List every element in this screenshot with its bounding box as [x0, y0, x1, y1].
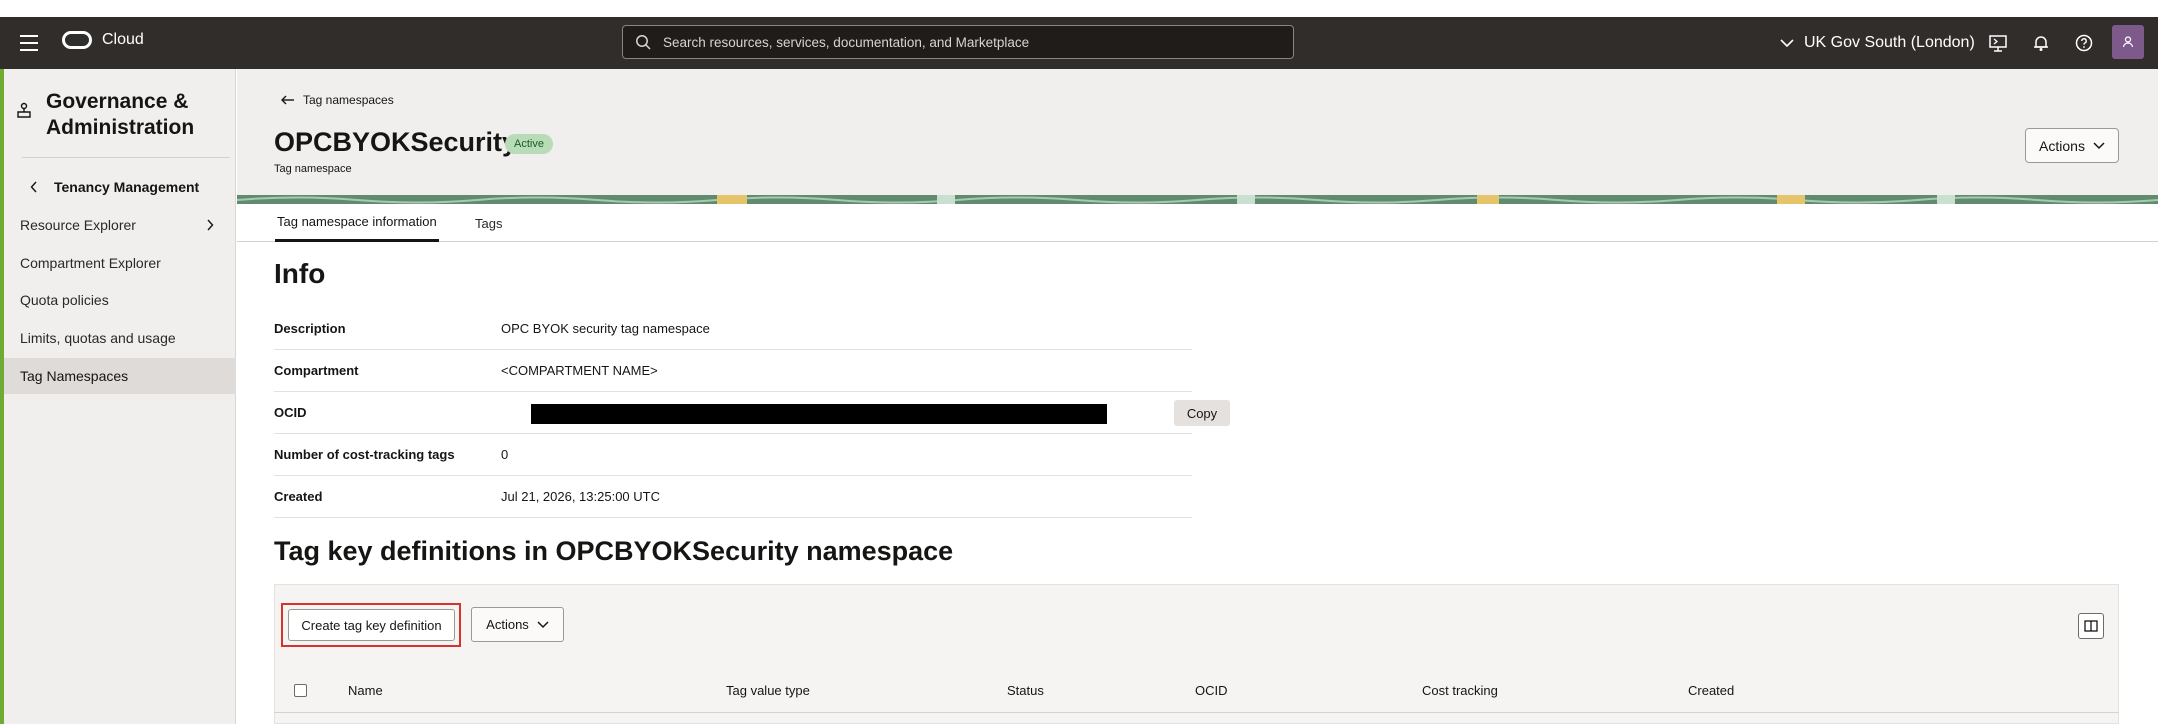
arrow-left-icon	[281, 95, 294, 105]
tab-tag-namespace-information[interactable]: Tag namespace information	[275, 204, 439, 242]
ocid-redacted-value	[531, 404, 1107, 424]
chevron-down-icon	[537, 620, 549, 628]
sidebar-item-label: Compartment Explorer	[20, 255, 161, 271]
sidebar-item-tag-namespaces[interactable]: Tag Namespaces	[4, 358, 236, 394]
page-subtitle: Tag namespace	[274, 163, 352, 175]
page-title: OPCBYOKSecurity	[274, 127, 518, 157]
search-input[interactable]: Search resources, services, documentatio…	[622, 25, 1294, 59]
hamburger-menu-icon[interactable]	[20, 35, 38, 51]
info-value: <COMPARTMENT NAME>	[501, 363, 658, 378]
info-row-compartment: Compartment <COMPARTMENT NAME>	[274, 350, 1192, 392]
sidebar-item-compartment-explorer[interactable]: Compartment Explorer	[4, 245, 236, 281]
chevron-down-icon	[1780, 38, 1794, 47]
search-icon	[636, 35, 651, 50]
tab-label: Tags	[475, 215, 503, 231]
info-label: OCID	[274, 405, 307, 420]
top-header: Cloud Search resources, services, docume…	[0, 17, 2158, 69]
sidebar-item-resource-explorer[interactable]: Resource Explorer	[4, 207, 236, 243]
info-label: Number of cost-tracking tags	[274, 447, 455, 462]
sidebar-title: Governance & Administration	[46, 90, 195, 139]
sidebar-back-tenancy-management[interactable]: Tenancy Management	[30, 179, 199, 195]
info-row-ocid: OCID Copy	[274, 392, 1230, 434]
top-strip	[0, 0, 2172, 17]
info-label: Compartment	[274, 363, 359, 378]
copy-label: Copy	[1186, 405, 1218, 421]
chevron-down-icon	[2093, 141, 2105, 149]
column-header-status[interactable]: Status	[1007, 683, 1044, 698]
back-to-tag-namespaces-link[interactable]: Tag namespaces	[281, 93, 394, 107]
column-header-name[interactable]: Name	[348, 683, 383, 698]
help-icon[interactable]	[2074, 33, 2094, 53]
tag-keys-actions-label: Actions	[486, 617, 529, 632]
sidebar-back-label: Tenancy Management	[54, 179, 200, 195]
chevron-right-icon	[207, 219, 214, 231]
column-settings-button[interactable]	[2078, 613, 2104, 639]
info-value: Jul 21, 2026, 13:25:00 UTC	[501, 489, 660, 504]
main-content: Tag namespaces OPCBYOKSecurity Active Ta…	[237, 69, 2158, 724]
user-avatar[interactable]	[2112, 25, 2144, 59]
decorative-banner	[237, 195, 2158, 204]
info-heading: Info	[274, 258, 326, 289]
info-row-description: Description OPC BYOK security tag namesp…	[274, 308, 1192, 350]
select-all-checkbox[interactable]	[294, 684, 307, 697]
tag-keys-heading: Tag key definitions in OPCBYOKSecurity n…	[274, 536, 954, 566]
tab-bar: Tag namespace information Tags	[237, 204, 2158, 242]
governance-icon	[17, 102, 31, 118]
info-row-created: Created Jul 21, 2026, 13:25:00 UTC	[274, 476, 1192, 518]
sidebar-item-limits-quotas-usage[interactable]: Limits, quotas and usage	[4, 320, 236, 356]
page-actions-label: Actions	[2039, 137, 2085, 154]
copy-ocid-button[interactable]: Copy	[1174, 400, 1230, 426]
region-selector[interactable]: UK Gov South (London)	[1780, 34, 1975, 52]
page-actions-button[interactable]: Actions	[2025, 128, 2119, 163]
column-header-created[interactable]: Created	[1688, 683, 1734, 698]
info-value: OPC BYOK security tag namespace	[501, 321, 710, 336]
user-icon	[2122, 36, 2134, 48]
info-value: 0	[501, 447, 509, 462]
status-badge: Active	[505, 134, 553, 154]
column-header-ocid[interactable]: OCID	[1195, 683, 1228, 698]
cloud-shell-icon[interactable]	[1988, 33, 2008, 53]
sidebar-header: Governance & Administration	[16, 89, 206, 141]
page-header: Tag namespaces OPCBYOKSecurity Active Ta…	[237, 69, 2158, 195]
sidebar-item-label: Tag Namespaces	[20, 368, 129, 384]
tab-tags[interactable]: Tags	[475, 204, 502, 242]
sidebar: Governance & Administration Tenancy Mana…	[4, 69, 236, 724]
sidebar-item-label: Resource Explorer	[20, 217, 136, 233]
info-row-cost-tracking: Number of cost-tracking tags 0	[274, 434, 1192, 476]
column-header-tag-value-type[interactable]: Tag value type	[726, 683, 810, 698]
sidebar-item-label: Limits, quotas and usage	[20, 330, 176, 346]
oracle-logo-icon	[62, 31, 92, 49]
search-placeholder: Search resources, services, documentatio…	[663, 34, 1030, 50]
chevron-left-icon	[30, 181, 37, 193]
info-label: Created	[274, 489, 323, 504]
oracle-logo[interactable]: Cloud	[62, 31, 144, 49]
sidebar-item-quota-policies[interactable]: Quota policies	[4, 282, 236, 318]
columns-icon	[2084, 620, 2098, 632]
brand-label: Cloud	[102, 31, 144, 48]
tag-keys-actions-button[interactable]: Actions	[471, 607, 564, 642]
tag-keys-table-header: Name Tag value type Status OCID Cost tra…	[274, 669, 2119, 713]
tab-label: Tag namespace information	[277, 214, 437, 229]
notifications-bell-icon[interactable]	[2031, 33, 2051, 53]
sidebar-divider	[22, 157, 230, 158]
info-label: Description	[274, 321, 346, 336]
create-button-label: Create tag key definition	[301, 617, 442, 633]
sidebar-item-label: Quota policies	[20, 292, 109, 308]
column-header-cost-tracking[interactable]: Cost tracking	[1422, 683, 1498, 698]
create-tag-key-definition-button[interactable]: Create tag key definition	[288, 609, 455, 641]
back-link-label: Tag namespaces	[303, 93, 394, 107]
region-label: UK Gov South (London)	[1804, 34, 1975, 51]
